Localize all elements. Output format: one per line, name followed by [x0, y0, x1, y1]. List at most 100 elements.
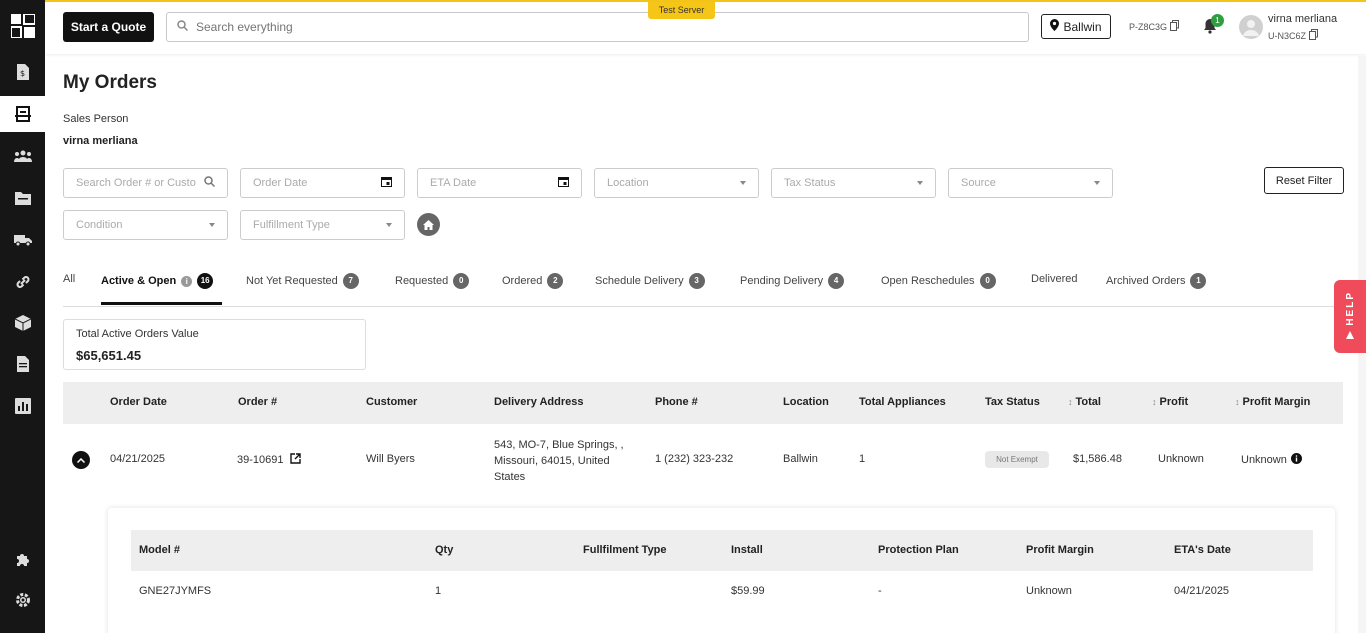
tab-open-reschedules[interactable]: Open Reschedules 0 [881, 273, 996, 289]
order-number-cell[interactable]: 39-10691 [237, 453, 301, 467]
total-active-orders-card: Total Active Orders Value $65,651.45 [63, 319, 366, 370]
external-link-icon[interactable] [289, 453, 301, 467]
folder-icon[interactable] [13, 188, 33, 208]
customer-cell: Will Byers [366, 453, 415, 465]
tab-archived-orders[interactable]: Archived Orders 1 [1106, 273, 1207, 289]
user-code-value: U-N3C6Z [1268, 30, 1307, 41]
copy-icon[interactable] [1309, 29, 1319, 42]
column-header: Total Appliances [859, 396, 946, 408]
tab-schedule-delivery[interactable]: Schedule Delivery 3 [595, 273, 705, 289]
tab-label: Pending Delivery [740, 275, 824, 287]
sidebar: $ [0, 0, 45, 633]
home-icon[interactable] [417, 213, 440, 236]
fulfillment-type-filter-select[interactable]: Fulfillment Type [240, 210, 405, 240]
column-header-label: Total [1075, 396, 1101, 408]
user-name[interactable]: virna merliana [1268, 13, 1337, 25]
puzzle-icon[interactable] [13, 550, 33, 570]
global-search[interactable] [166, 12, 1029, 42]
user-avatar[interactable] [1239, 15, 1263, 39]
total-cell: $1,586.48 [1073, 453, 1122, 465]
column-header: Phone # [655, 396, 698, 408]
p-code-value: P-Z8C3G [1129, 21, 1168, 32]
phone-cell: 1 (232) 323-232 [655, 453, 734, 465]
info-icon[interactable]: i [181, 275, 193, 287]
detail-column-header: Profit Margin [1026, 544, 1094, 556]
info-icon[interactable] [1290, 453, 1302, 467]
tab-label: Not Yet Requested [246, 275, 338, 287]
profit-margin-value: Unknown [1241, 454, 1287, 466]
chevron-down-icon [917, 181, 923, 185]
tab-ordered[interactable]: Ordered 2 [502, 273, 564, 289]
source-filter-select[interactable]: Source [948, 168, 1113, 198]
tab-label: All [63, 273, 76, 285]
sortable-column-header[interactable]: ↕ Total [1068, 396, 1101, 408]
location-filter-select[interactable]: Location [594, 168, 759, 198]
notification-count-badge: 1 [1211, 14, 1224, 27]
column-header-label: Profit Margin [1242, 396, 1311, 408]
package-icon[interactable] [13, 313, 33, 333]
orders-table-header: Order Date Order # Customer Delivery Add… [63, 382, 1343, 424]
tab-pending-delivery[interactable]: Pending Delivery 4 [740, 273, 845, 289]
tab-count-badge: 0 [979, 273, 996, 289]
condition-filter-select[interactable]: Condition [63, 210, 228, 240]
search-icon [177, 20, 189, 34]
link-icon[interactable] [13, 272, 33, 292]
global-search-input[interactable] [188, 14, 1028, 40]
orders-icon[interactable] [13, 104, 33, 124]
calendar-icon[interactable] [558, 176, 569, 190]
eta-date-picker[interactable]: ETA Date [417, 168, 582, 198]
page-title: My Orders [63, 72, 157, 93]
tab-count-badge: 0 [453, 273, 470, 289]
delivery-truck-icon[interactable] [13, 230, 33, 250]
tab-count-badge: 2 [547, 273, 564, 289]
tab-count-badge: 3 [688, 273, 705, 289]
help-label: HELP [1344, 290, 1356, 326]
calendar-icon[interactable] [381, 176, 392, 190]
source-filter-label: Source [961, 177, 996, 189]
table-row[interactable]: 04/21/2025 39-10691 Will Byers 543, MO-7… [63, 424, 1343, 496]
order-date-picker[interactable]: Order Date [240, 168, 405, 198]
document-icon[interactable] [13, 354, 33, 374]
svg-text:$: $ [20, 69, 25, 78]
order-search-placeholder: Search Order # or Custo [76, 177, 196, 189]
total-appliances-cell: 1 [859, 453, 866, 465]
tab-not-yet-requested[interactable]: Not Yet Requested 7 [246, 273, 359, 289]
test-server-badge: Test Server [648, 2, 715, 19]
tab-requested[interactable]: Requested 0 [395, 273, 470, 289]
help-tab-button[interactable]: HELP [1334, 280, 1366, 353]
order-detail-panel: Model # Qty Fullfilment Type Install Pro… [108, 508, 1335, 633]
sort-icon: ↕ [1235, 397, 1240, 407]
profit-cell: Unknown [1158, 453, 1204, 465]
tax-status-filter-select[interactable]: Tax Status [771, 168, 936, 198]
location-selector[interactable]: Ballwin [1041, 14, 1111, 39]
tab-label: Ordered [502, 275, 543, 287]
invoice-icon[interactable]: $ [13, 62, 33, 82]
order-search-input[interactable]: Search Order # or Custo [63, 168, 228, 198]
tab-delivered[interactable]: Delivered [1031, 273, 1077, 285]
detail-column-header: Fullfilment Type [583, 544, 667, 556]
app-logo-icon[interactable] [10, 13, 36, 39]
sortable-column-header[interactable]: ↕ Profit [1152, 396, 1188, 408]
order-date-label: Order Date [253, 177, 308, 189]
location-label: Ballwin [1063, 19, 1102, 34]
tabs-divider [63, 306, 1343, 307]
customers-icon[interactable] [13, 146, 33, 166]
sortable-column-header[interactable]: ↕ Profit Margin [1235, 396, 1310, 408]
quantity-cell: 1 [435, 585, 442, 597]
copy-icon[interactable] [1170, 20, 1180, 33]
order-number-link[interactable]: 39-10691 [237, 454, 284, 466]
reset-filter-button[interactable]: Reset Filter [1264, 167, 1344, 194]
reports-chart-icon[interactable] [13, 396, 33, 416]
start-quote-button[interactable]: Start a Quote [63, 12, 154, 42]
tab-all[interactable]: All [63, 273, 75, 285]
tab-active-open[interactable]: Active & Open i 16 [101, 273, 214, 289]
location-cell: Ballwin [783, 453, 818, 465]
order-date-cell: 04/21/2025 [110, 453, 166, 465]
detail-column-header: Install [731, 544, 763, 556]
settings-gear-icon[interactable] [13, 590, 33, 610]
eta-date-label: ETA Date [430, 177, 477, 189]
collapse-row-button[interactable] [72, 451, 90, 469]
tab-label: Open Reschedules [881, 275, 975, 287]
tab-label: Delivered [1031, 273, 1078, 285]
protection-plan-cell: - [878, 585, 882, 597]
